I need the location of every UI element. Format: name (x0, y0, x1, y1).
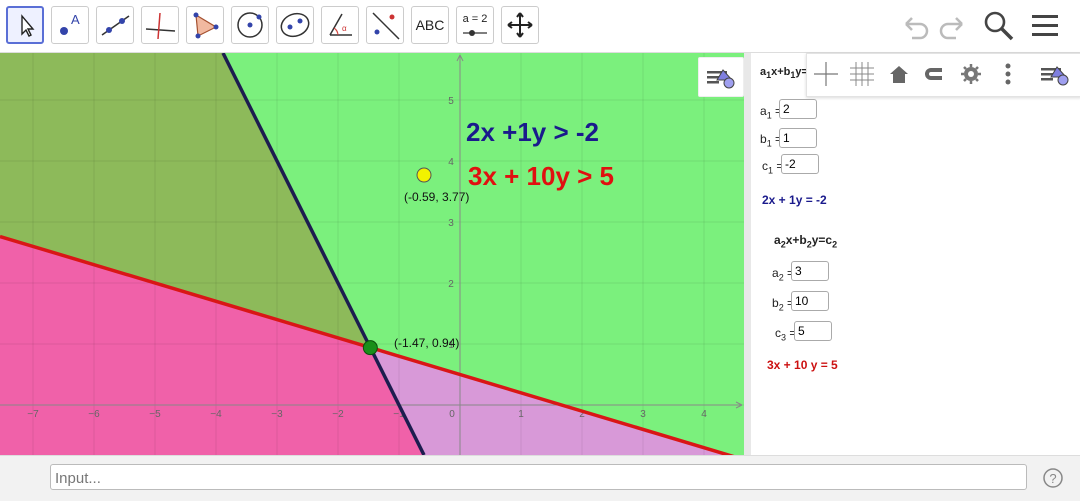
b2-input[interactable]: 10 (791, 291, 829, 311)
svg-text:A: A (71, 12, 80, 27)
inequality-2-text: 3x + 10y > 5 (468, 161, 615, 191)
magnet-icon[interactable] (919, 60, 949, 88)
equation-1[interactable]: 2x + 1y = -2 (762, 193, 827, 207)
b1-input[interactable]: 1 (779, 128, 817, 148)
help-icon[interactable]: ? (1043, 468, 1063, 488)
polygon-icon (193, 12, 219, 39)
y-tick-label: 5 (448, 96, 454, 107)
grid-icon[interactable] (847, 60, 877, 88)
a2-input[interactable]: 3 (791, 261, 829, 281)
angle-tool[interactable]: α (321, 6, 359, 44)
move-arrows-icon (507, 12, 533, 38)
angle-icon: α (329, 13, 352, 36)
x-tick-label: 0 (449, 409, 455, 420)
axes-icon[interactable] (811, 60, 841, 88)
graphics-style-bar-button[interactable] (698, 57, 744, 97)
graphics-view[interactable]: −7 −6 −5 −4 −3 −2 −1 0 1 2 3 4 1 2 3 4 5 2x +1y > -2 3x … (0, 53, 744, 455)
y-tick-label: 2 (448, 279, 454, 290)
line-icon (101, 15, 130, 36)
main-toolbar: A α ABC a = 2 (0, 0, 1080, 53)
a1-input[interactable]: 2 (779, 99, 817, 119)
style-bar-icon (707, 69, 735, 89)
perpendicular-line-tool[interactable] (141, 6, 179, 44)
circle-tool[interactable] (231, 6, 269, 44)
redo-icon[interactable] (936, 10, 970, 44)
move-tool[interactable] (6, 6, 44, 44)
move-graphics-tool[interactable] (501, 6, 539, 44)
slider-icon (463, 30, 487, 36)
c1-input[interactable]: -2 (781, 154, 819, 174)
abc-icon: ABC (415, 17, 445, 33)
perpendicular-icon (145, 12, 176, 40)
svg-text:?: ? (1049, 471, 1056, 486)
undo-icon[interactable] (898, 10, 932, 44)
input-field[interactable]: Input... (50, 464, 1027, 490)
ellipse-tool[interactable] (276, 6, 314, 44)
ellipse-icon (280, 12, 310, 38)
view-divider[interactable] (744, 53, 751, 455)
x-tick-label: −2 (332, 409, 344, 420)
point-a[interactable] (416, 167, 432, 183)
coordinate-plane[interactable]: −7 −6 −5 −4 −3 −2 −1 0 1 2 3 412345 (0, 53, 744, 455)
text-tool[interactable]: ABC (411, 6, 449, 44)
x-tick-label: −7 (27, 409, 39, 420)
reflect-tool[interactable] (366, 6, 404, 44)
point-b-intersection[interactable] (362, 340, 378, 356)
line2-header: a2x+b2y=c2 (774, 233, 838, 250)
line-tool[interactable] (96, 6, 134, 44)
menu-icon[interactable] (1030, 12, 1060, 42)
x-tick-label: −6 (88, 409, 100, 420)
home-icon[interactable] (884, 60, 914, 88)
algebra-style-bar (806, 53, 1080, 97)
slider-tool[interactable]: a = 2 (456, 6, 494, 44)
input-bar: Input... ? (0, 455, 1080, 501)
x-tick-label: −5 (149, 409, 161, 420)
search-icon[interactable] (982, 9, 1016, 43)
x-tick-label: −4 (210, 409, 222, 420)
line1-header: a1x+b1y= (760, 66, 808, 81)
algebra-view: a1x+b1y= a1 = 2 b1 = 1 c1 = -2 2x + 1y =… (751, 53, 1080, 455)
svg-text:α: α (342, 24, 347, 33)
inequality-1-text: 2x +1y > -2 (466, 117, 599, 147)
c3-input[interactable]: 5 (794, 321, 832, 341)
arrow-pointer-icon (21, 14, 35, 37)
point-a-label: (-0.59, 3.77) (404, 190, 470, 204)
circle-icon (237, 12, 263, 38)
style-bar-icon[interactable] (1039, 60, 1077, 88)
reflect-icon (372, 12, 400, 40)
settings-gear-icon[interactable] (956, 60, 986, 88)
x-tick-label: 1 (518, 409, 524, 420)
equation-2[interactable]: 3x + 10 y = 5 (767, 358, 838, 372)
more-vertical-icon[interactable] (993, 60, 1023, 88)
polygon-tool[interactable] (186, 6, 224, 44)
x-tick-label: 3 (640, 409, 646, 420)
input-placeholder: Input... (55, 470, 101, 487)
point-b-label: (-1.47, 0.94) (394, 336, 460, 350)
y-tick-label: 3 (448, 218, 454, 229)
point-icon: A (60, 12, 80, 35)
y-tick-label: 4 (448, 157, 454, 168)
point-tool[interactable]: A (51, 6, 89, 44)
x-tick-label: 4 (701, 409, 707, 420)
x-tick-label: −3 (271, 409, 283, 420)
